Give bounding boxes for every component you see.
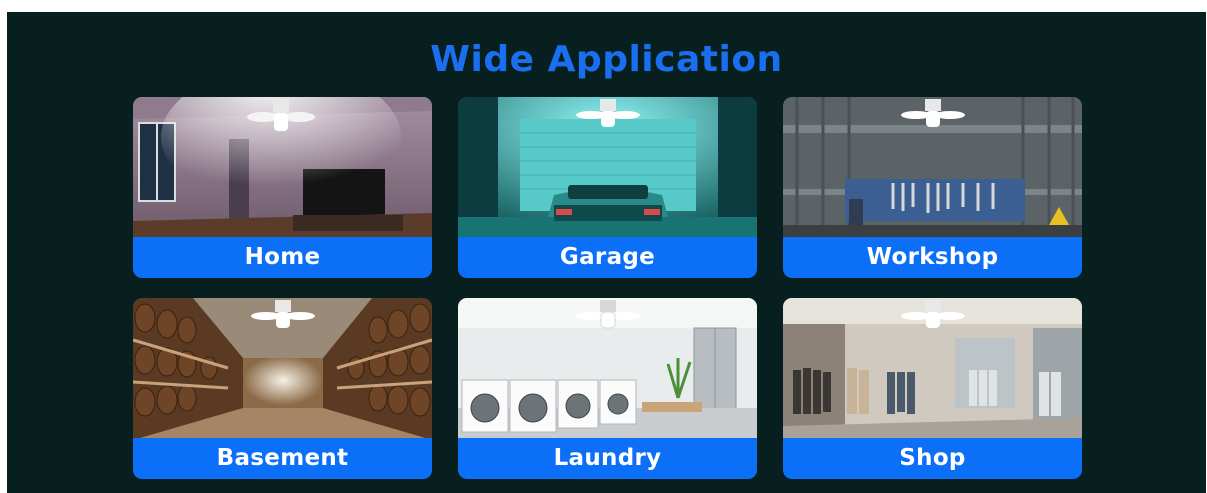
garage-scene-icon bbox=[458, 97, 757, 239]
basement-scene-icon bbox=[133, 298, 432, 440]
application-card-garage[interactable]: Garage bbox=[458, 97, 757, 278]
application-label: Garage bbox=[458, 237, 757, 278]
application-card-shop[interactable]: Shop bbox=[783, 298, 1082, 479]
shop-scene-icon bbox=[783, 298, 1082, 440]
application-label: Workshop bbox=[783, 237, 1082, 278]
workshop-scene-icon bbox=[783, 97, 1082, 239]
home-scene-icon bbox=[133, 97, 432, 239]
application-label: Home bbox=[133, 237, 432, 278]
application-label: Shop bbox=[783, 438, 1082, 479]
section-title: Wide Application bbox=[430, 39, 783, 80]
application-banner: Wide Application Home Garage Workshop Ba… bbox=[7, 12, 1206, 493]
application-label: Basement bbox=[133, 438, 432, 479]
application-card-laundry[interactable]: Laundry bbox=[458, 298, 757, 479]
application-label: Laundry bbox=[458, 438, 757, 479]
application-card-home[interactable]: Home bbox=[133, 97, 432, 278]
application-card-workshop[interactable]: Workshop bbox=[783, 97, 1082, 278]
application-card-basement[interactable]: Basement bbox=[133, 298, 432, 479]
laundry-scene-icon bbox=[458, 298, 757, 440]
